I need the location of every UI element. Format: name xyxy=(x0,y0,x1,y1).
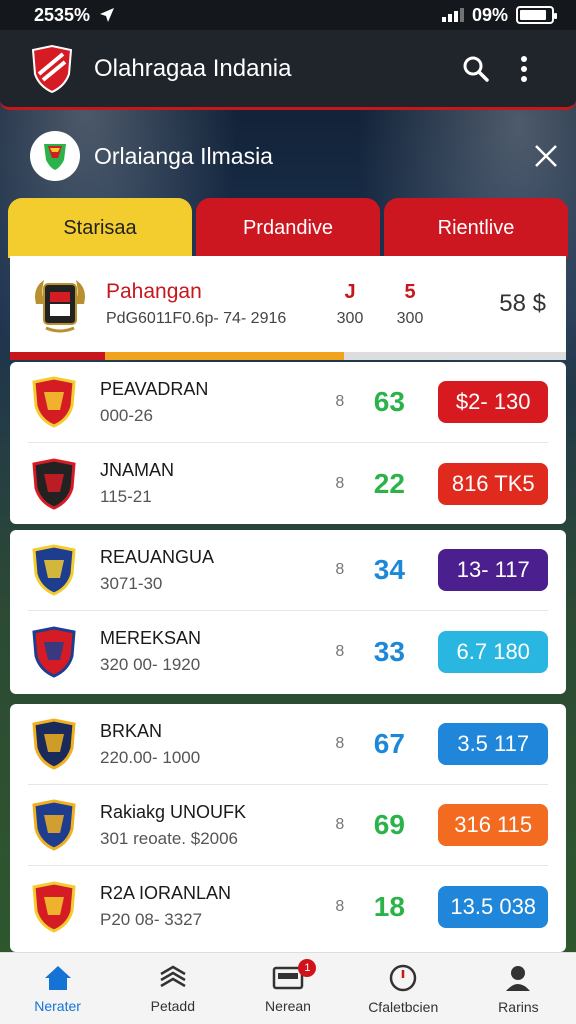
team-crest-icon xyxy=(28,880,80,933)
team-crest-icon xyxy=(28,544,80,596)
nav-label: Nerean xyxy=(265,997,311,1014)
clock-icon xyxy=(388,963,418,993)
match-detail: P20 08- 3327 xyxy=(100,910,203,929)
battery-percent: 09% xyxy=(471,4,508,25)
match-score: 69 xyxy=(373,809,405,840)
match-detail: 220.00- 1000 xyxy=(100,747,201,767)
favorite-icon[interactable]: 8 xyxy=(327,735,352,753)
match-row[interactable]: R2A IORANLAN P20 08- 3327 8 18 13.5 038 xyxy=(28,866,549,947)
match-score: 34 xyxy=(373,554,405,585)
more-options-icon[interactable] xyxy=(500,45,548,93)
nav-label: Cfaletbcien xyxy=(368,998,439,1015)
home-icon xyxy=(43,964,73,992)
app-logo-shield-icon xyxy=(28,43,76,95)
bottom-navigation: Nerater Petadd Nerean 1 Cfaletbcien Rarins xyxy=(0,952,576,1024)
odds-button[interactable]: 13.5 038 xyxy=(438,885,549,928)
featured-progress-bar xyxy=(10,352,566,360)
featured-col2-bottom: 300 xyxy=(396,309,424,327)
team-crest-icon xyxy=(28,376,80,428)
team-name: JNAMAN xyxy=(100,460,175,480)
match-score: 18 xyxy=(373,890,405,922)
nav-label: Rarins xyxy=(498,998,539,1015)
profile-icon xyxy=(503,963,533,993)
team-name: R2A IORANLAN xyxy=(100,883,232,903)
featured-col1-bottom: 300 xyxy=(336,309,364,327)
match-score: 22 xyxy=(373,467,405,499)
match-row[interactable]: MEREKSAN 320 00- 1920 8 33 6.7 180 xyxy=(28,611,549,692)
app-bar: Olahragaa Indania xyxy=(0,30,576,110)
favorite-icon[interactable]: 8 xyxy=(327,561,352,579)
match-detail: 320 00- 1920 xyxy=(100,655,201,674)
featured-subtitle: PdG6011F0.6p- 74- 2916 xyxy=(106,310,287,327)
location-arrow-icon xyxy=(100,8,115,22)
odds-button[interactable]: 316 115 xyxy=(438,804,549,846)
team-name: PEAVADRAN xyxy=(100,378,209,399)
search-icon[interactable] xyxy=(452,45,500,93)
match-detail: 3071-30 xyxy=(100,573,163,593)
tab-starisaa[interactable]: Starisaa xyxy=(8,198,192,258)
status-bar: 2535% 09% xyxy=(0,0,576,30)
match-group-2: REAUANGUA 3071-30 8 34 13- 117 MEREKSAN 320 00… xyxy=(10,530,566,694)
match-row[interactable]: JNAMAN 115-21 8 22 816 TK5 xyxy=(28,443,549,524)
team-crest-icon xyxy=(28,625,80,678)
favorite-icon[interactable]: 8 xyxy=(327,816,352,834)
featured-team-crest-icon xyxy=(35,280,85,333)
match-row[interactable]: Rakiakg UNOUFK 301 reoate. $2006 8 69 316 11… xyxy=(28,785,549,866)
banner-title: Orlaianga Ilmasia xyxy=(94,142,273,169)
nav-item-4[interactable]: Rarins xyxy=(461,953,576,1024)
app-title: Olahragaa Indania xyxy=(94,54,292,82)
close-icon[interactable] xyxy=(522,132,570,180)
tab-rientlive[interactable]: Rientlive xyxy=(384,198,568,258)
match-group-1: PEAVADRAN 000-26 8 63 $2- 130 JNAMAN 115-21 8 22… xyxy=(10,362,566,524)
favorite-icon[interactable]: 8 xyxy=(327,475,352,493)
signal-icon xyxy=(441,8,464,22)
notification-badge: 1 xyxy=(298,959,317,977)
odds-button[interactable]: $2- 130 xyxy=(438,381,549,423)
match-score: 33 xyxy=(373,635,405,667)
team-crest-icon xyxy=(28,799,80,851)
league-banner: Orlaianga Ilmasia xyxy=(30,128,570,184)
nav-label: Petadd xyxy=(150,997,195,1014)
team-name: BRKAN xyxy=(100,720,163,741)
match-detail: 301 reoate. $2006 xyxy=(100,828,239,848)
odds-button[interactable]: 816 TK5 xyxy=(438,462,549,505)
nav-item-3[interactable]: Cfaletbcien xyxy=(346,953,461,1024)
featured-match-card[interactable]: Pahangan PdG6011F0.6p- 74- 2916 J 300 5 … xyxy=(10,256,566,360)
favorite-icon[interactable]: 8 xyxy=(327,393,352,411)
team-name: REAUANGUA xyxy=(100,546,215,567)
layers-icon xyxy=(158,964,188,992)
favorite-icon[interactable]: 8 xyxy=(327,898,352,916)
match-score: 63 xyxy=(373,386,405,417)
favorite-icon[interactable]: 8 xyxy=(327,643,352,661)
team-crest-icon xyxy=(28,718,80,770)
team-name: Rakiakg UNOUFK xyxy=(100,801,247,822)
featured-team-name: Pahangan xyxy=(106,280,202,303)
team-crest-icon xyxy=(28,457,80,510)
nav-item-1[interactable]: Petadd xyxy=(115,953,230,1024)
tab-prdandive[interactable]: Prdandive xyxy=(196,198,380,258)
odds-button[interactable]: 13- 117 xyxy=(438,549,549,591)
league-logo-icon xyxy=(30,131,80,181)
featured-col1-top: J xyxy=(344,280,356,303)
match-row[interactable]: BRKAN 220.00- 1000 8 67 3.5 117 xyxy=(28,704,549,785)
nav-item-0[interactable]: Nerater xyxy=(0,953,115,1024)
match-group-3: BRKAN 220.00- 1000 8 67 3.5 117 Rakiakg UNOUF… xyxy=(10,704,566,952)
match-row[interactable]: PEAVADRAN 000-26 8 63 $2- 130 xyxy=(28,362,549,443)
status-left-text: 2535% xyxy=(34,4,91,25)
battery-icon xyxy=(516,6,557,24)
team-name: MEREKSAN xyxy=(100,628,202,648)
match-row[interactable]: REAUANGUA 3071-30 8 34 13- 117 xyxy=(28,530,549,611)
tab-bar: Starisaa Prdandive Rientlive xyxy=(8,198,568,258)
match-score: 67 xyxy=(373,728,405,759)
featured-amount: 58 $ xyxy=(499,290,546,317)
match-detail: 000-26 xyxy=(100,405,153,425)
nav-label: Nerater xyxy=(34,997,81,1014)
odds-button[interactable]: 3.5 117 xyxy=(438,723,549,765)
featured-col2-top: 5 xyxy=(404,280,416,303)
nav-item-2[interactable]: Nerean 1 xyxy=(230,953,345,1024)
match-detail: 115-21 xyxy=(100,487,152,506)
odds-button[interactable]: 6.7 180 xyxy=(438,630,549,673)
